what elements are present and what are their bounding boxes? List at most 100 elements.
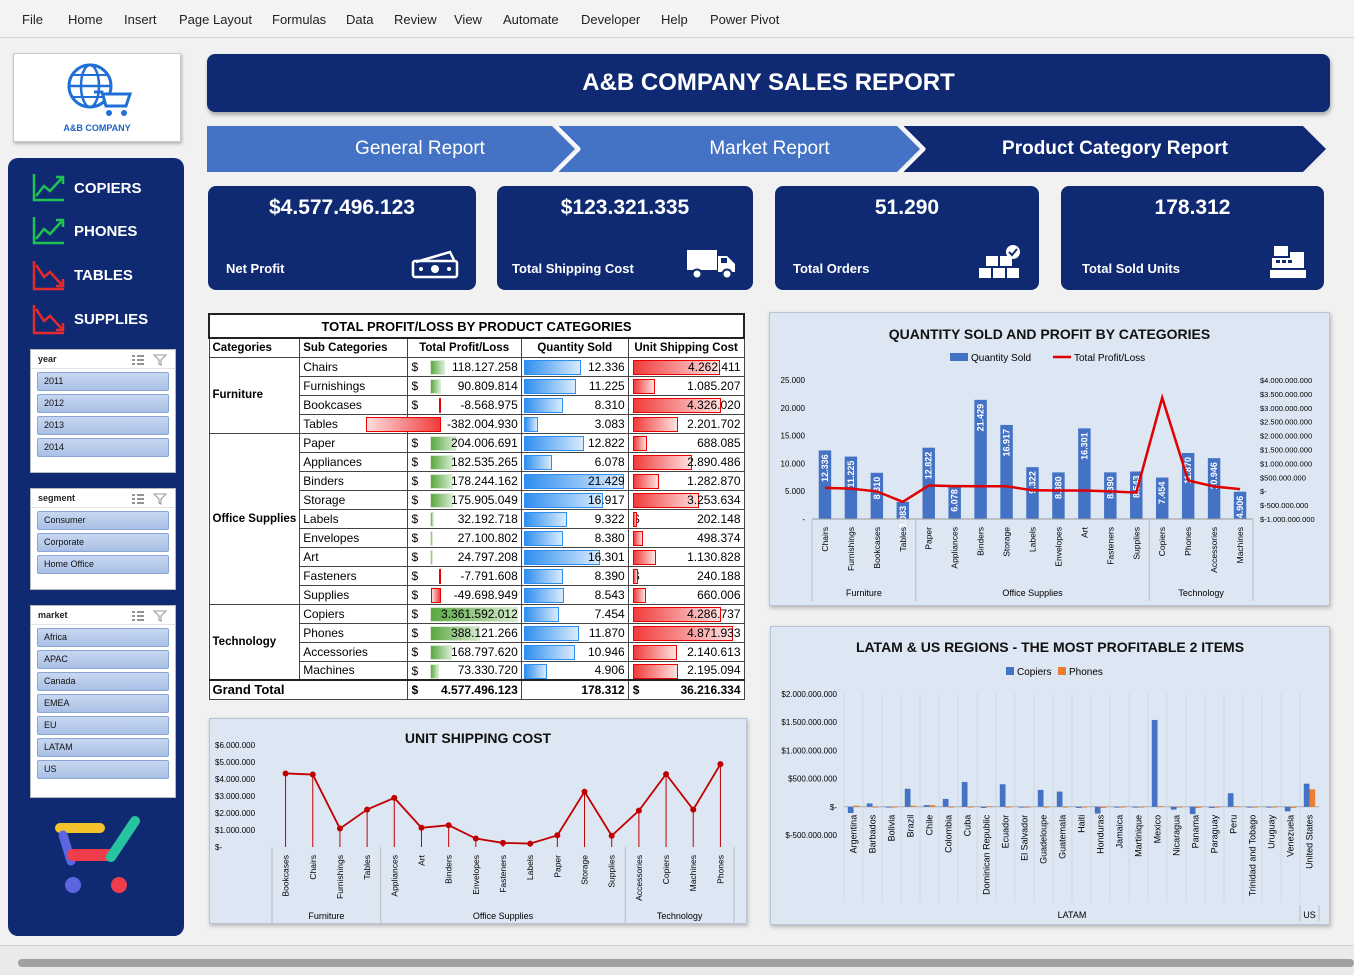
menu-data[interactable]: Data xyxy=(346,12,373,27)
data-bar xyxy=(429,378,442,394)
clear-filter-icon[interactable] xyxy=(153,493,167,505)
group-label: LATAM xyxy=(1058,910,1087,920)
menu-home[interactable]: Home xyxy=(68,12,103,27)
slicer-item[interactable]: 2011 xyxy=(37,372,169,391)
data-bar xyxy=(632,511,637,527)
menu-help[interactable]: Help xyxy=(661,12,688,27)
bar xyxy=(986,806,993,808)
bar xyxy=(1151,719,1158,807)
kpi-total-sold-units: 178.312 Total Sold Units xyxy=(1061,186,1324,290)
menu-developer[interactable]: Developer xyxy=(581,12,640,27)
table-title: TOTAL PROFIT/LOSS BY PRODUCT CATEGORIES xyxy=(208,313,745,339)
y-tick-label: $1.000.000 xyxy=(215,826,256,835)
bar-data-label: 6.078 xyxy=(950,489,960,512)
menu-file[interactable]: File xyxy=(22,12,43,27)
multi-select-icon[interactable] xyxy=(131,610,145,622)
cell-value: 204.006.691 xyxy=(451,435,518,450)
x-tick-label: Brazil xyxy=(906,815,916,838)
nav-phones[interactable]: PHONES xyxy=(30,215,180,247)
bar-data-label: 16.301 xyxy=(1079,432,1089,460)
slicer-item[interactable]: Consumer xyxy=(37,511,169,530)
kpi-value: 51.290 xyxy=(874,196,940,219)
y-tick-label: 20.000 xyxy=(781,404,806,413)
menu-power-pivot[interactable]: Power Pivot xyxy=(710,12,779,27)
cell-value: 1.085.207 xyxy=(687,378,741,393)
x-tick-label: Supplies xyxy=(1131,527,1141,560)
x-tick-label: Cuba xyxy=(963,815,973,837)
cell-value: 4.262.411 xyxy=(688,359,741,374)
trend-up-icon xyxy=(32,217,65,245)
cell-value: 90.809.814 xyxy=(457,378,518,393)
nav-tables[interactable]: TABLES xyxy=(30,259,180,291)
x-tick-label: Martinique xyxy=(1134,815,1144,857)
nav-supplies[interactable]: SUPPLIES xyxy=(30,303,180,335)
x-tick-label: Art xyxy=(1079,526,1089,538)
y2-tick-label: $2.500.000.000 xyxy=(1260,418,1312,427)
tab-general-report[interactable]: General Report xyxy=(210,126,630,171)
data-bar xyxy=(523,587,564,603)
slicer-item[interactable]: 2013 xyxy=(37,416,169,435)
currency-symbol: $ xyxy=(411,587,419,602)
data-bar xyxy=(523,644,575,660)
col-header-sub-categories: Sub Categories xyxy=(299,337,408,358)
horizontal-scrollbar[interactable] xyxy=(0,945,1354,975)
bar-data-label: 16.917 xyxy=(1002,429,1012,457)
slicer-item[interactable]: Home Office xyxy=(37,555,169,574)
currency-symbol: $ xyxy=(411,644,419,659)
cell-value: -49.698.949 xyxy=(453,587,518,602)
menu-view[interactable]: View xyxy=(454,12,482,27)
shopping-cart-icon xyxy=(55,816,140,893)
nav-supplies-label: SUPPLIES xyxy=(74,311,149,328)
slicer-item[interactable]: LATAM xyxy=(37,738,169,757)
menu-automate[interactable]: Automate xyxy=(503,12,559,27)
bar xyxy=(904,788,911,807)
slicer-item[interactable]: EMEA xyxy=(37,694,169,713)
slicer-item[interactable]: 2012 xyxy=(37,394,169,413)
cell-value: 1.130.828 xyxy=(687,549,741,564)
multi-select-icon[interactable] xyxy=(131,354,145,366)
nav-copiers[interactable]: COPIERS xyxy=(30,172,180,204)
cell-value: 10.946 xyxy=(588,644,625,659)
slicer-item[interactable]: Africa xyxy=(37,628,169,647)
bar xyxy=(1075,806,1082,808)
x-tick-label: Trinidad and Tobago xyxy=(1248,815,1258,897)
slicer-item[interactable]: EU xyxy=(37,716,169,735)
slicer-item[interactable]: APAC xyxy=(37,650,169,669)
cell-value: 388.121.266 xyxy=(451,625,518,640)
tab-product-category-report[interactable]: Product Category Report xyxy=(925,126,1305,171)
cell-value: 8.380 xyxy=(594,530,625,545)
x-tick-label: Peru xyxy=(1229,815,1239,834)
clear-filter-icon[interactable] xyxy=(153,354,167,366)
slicer-item[interactable]: Canada xyxy=(37,672,169,691)
multi-select-icon[interactable] xyxy=(131,493,145,505)
cell-value: 16.917 xyxy=(588,492,625,507)
slicer-item[interactable]: Corporate xyxy=(37,533,169,552)
bar-data-label: 12.822 xyxy=(924,452,934,480)
menu-formulas[interactable]: Formulas xyxy=(272,12,326,27)
category-cell: Office Supplies xyxy=(208,432,301,605)
slicer-item[interactable]: 2014 xyxy=(37,438,169,457)
cell-value: 3.361.592.012 xyxy=(441,606,518,621)
menu-insert[interactable]: Insert xyxy=(124,12,157,27)
col-header-unit-shipping-cost: Unit Shipping Cost xyxy=(627,337,745,358)
scrollbar-thumb[interactable] xyxy=(18,959,1354,967)
kpi-value: $123.321.335 xyxy=(560,196,690,219)
menu-review[interactable]: Review xyxy=(394,12,437,27)
nav-copiers-label: COPIERS xyxy=(74,180,142,197)
tab-market-report[interactable]: Market Report xyxy=(582,126,957,171)
legend-label: Quantity Sold xyxy=(971,353,1031,364)
sub-category-cell: Machines xyxy=(299,660,408,681)
data-bar xyxy=(632,644,677,660)
clear-filter-icon[interactable] xyxy=(153,610,167,622)
slicer-item[interactable]: US xyxy=(37,760,169,779)
data-point xyxy=(690,806,697,813)
kpi-total-shipping-cost: $123.321.335 Total Shipping Cost xyxy=(497,186,753,290)
x-tick-label: United States xyxy=(1305,814,1315,869)
menu-page-layout[interactable]: Page Layout xyxy=(179,12,252,27)
y-tick-label: $1.500.000.000 xyxy=(781,718,837,727)
x-tick-label: Paper xyxy=(924,527,934,550)
data-point xyxy=(418,824,425,831)
trend-down-icon xyxy=(32,305,65,335)
nav-phones-label: PHONES xyxy=(74,223,138,240)
bar xyxy=(999,784,1006,807)
